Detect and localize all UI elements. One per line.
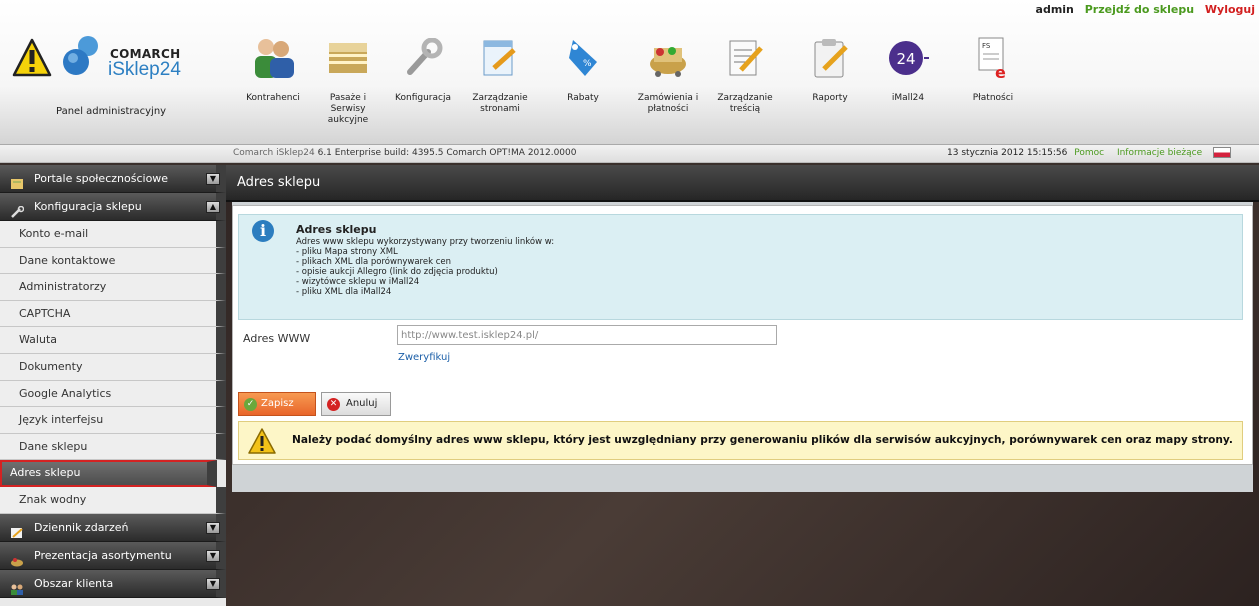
expand-toggle-icon[interactable]: ▼	[206, 521, 220, 534]
content-edit-icon	[710, 28, 780, 88]
top-links: admin Przejdź do sklepu Wyloguj	[1029, 3, 1255, 16]
sidebar-item-captcha[interactable]: CAPTCHA	[0, 300, 226, 328]
note-icon	[10, 173, 24, 189]
warning-icon	[247, 427, 277, 458]
svg-text:e: e	[995, 63, 1006, 80]
nav-imall24[interactable]: 24 iMall24	[873, 28, 943, 104]
nav-konfiguracja[interactable]: Konfiguracja	[388, 28, 458, 104]
warning-text: Należy podać domyślny adres www sklepu, …	[292, 434, 1233, 446]
clipboard-report-icon	[795, 28, 865, 88]
sidebar-item-znak-wodny[interactable]: Znak wodny	[0, 486, 226, 514]
sidebar-item-adres-sklepu[interactable]: Adres sklepu	[0, 460, 217, 487]
build-info: Comarch iSklep24 6.1 Enterprise build: 4…	[233, 148, 577, 158]
warning-box: Należy podać domyślny adres www sklepu, …	[238, 421, 1243, 460]
e-invoice-icon: FS e	[958, 28, 1028, 88]
expand-toggle-icon[interactable]: ▼	[206, 577, 220, 590]
nav-platnosci[interactable]: FS e Płatności	[958, 28, 1028, 104]
sidebar-item-google-analytics[interactable]: Google Analytics	[0, 380, 226, 408]
save-button[interactable]: ✓ Zapisz	[238, 392, 316, 416]
logout-link[interactable]: Wyloguj	[1205, 3, 1255, 16]
nav-label: Raporty	[812, 93, 848, 103]
wrench-icon	[388, 28, 458, 88]
cancel-button[interactable]: ✕ Anuluj	[321, 392, 391, 416]
svg-text:24: 24	[896, 50, 915, 68]
nav-label: Pasaże i Serwisy aukcyjne	[327, 93, 369, 125]
shop-address-form: i Adres sklepu Adres www sklepu wykorzys…	[232, 205, 1253, 465]
nav-label: Rabaty	[567, 93, 599, 103]
discount-tag-icon: %	[548, 28, 618, 88]
sidebar: Portale społecznościowe ▼ Konfiguracja s…	[0, 165, 226, 606]
info-text: Adres www sklepu wykorzystywany przy two…	[296, 237, 555, 297]
www-address-input[interactable]	[397, 325, 777, 345]
help-link[interactable]: Pomoc	[1074, 148, 1104, 158]
sidebar-item-administratorzy[interactable]: Administratorzy	[0, 274, 226, 301]
expand-toggle-icon[interactable]: ▼	[206, 549, 220, 562]
sidebar-item-jezyk-interfejsu[interactable]: Język interfejsu	[0, 407, 226, 434]
current-datetime: 13 stycznia 2012 15:15:56	[947, 148, 1068, 158]
nav-zamowienia[interactable]: Zamówienia i płatności	[633, 28, 703, 115]
nav-label: Zamówienia i płatności	[637, 93, 699, 114]
language-flag-icon[interactable]	[1213, 147, 1231, 158]
sidebar-item-dane-sklepu[interactable]: Dane sklepu	[0, 433, 226, 461]
svg-text:FS: FS	[982, 42, 991, 50]
news-link[interactable]: Informacje bieżące	[1117, 148, 1202, 158]
info-title: Adres sklepu	[296, 223, 377, 236]
shopping-cart-icon	[633, 28, 703, 88]
content-area: Adres sklepu i Adres sklepu Adres www sk…	[226, 165, 1259, 606]
check-icon: ✓	[244, 398, 257, 411]
date-help-bar: 13 stycznia 2012 15:15:56 Pomoc Informac…	[947, 145, 1231, 162]
verify-link[interactable]: Zweryfikuj	[398, 352, 450, 363]
wrench-icon	[10, 201, 25, 218]
nav-rabaty[interactable]: % Rabaty	[548, 28, 618, 104]
nav-label: Konfiguracja	[395, 93, 451, 103]
warning-triangle-icon	[12, 38, 52, 81]
sidebar-item-dane-kontaktowe[interactable]: Dane kontaktowe	[0, 247, 226, 275]
www-label: Adres WWW	[243, 332, 311, 345]
sidebar-section-config[interactable]: Konfiguracja sklepu ▲	[0, 193, 226, 221]
svg-text:%: %	[583, 59, 592, 69]
go-to-shop-link[interactable]: Przejdź do sklepu	[1085, 3, 1194, 16]
panel-title: Panel administracyjny	[56, 106, 167, 117]
brand-product: iSklep24	[108, 59, 181, 80]
nav-label: iMall24	[891, 93, 925, 103]
page-edit-icon	[465, 28, 535, 88]
nav-label: Zarządzanie treścią	[717, 93, 773, 114]
auction-folder-icon	[313, 28, 383, 88]
log-icon	[10, 522, 24, 538]
sidebar-item-dokumenty[interactable]: Dokumenty	[0, 353, 226, 381]
content-body: i Adres sklepu Adres www sklepu wykorzys…	[232, 202, 1253, 492]
sidebar-section-assortment[interactable]: Prezentacja asortymentu ▼	[0, 541, 226, 570]
nav-raporty[interactable]: Raporty	[795, 28, 865, 104]
sidebar-section-social[interactable]: Portale społecznościowe ▼	[0, 165, 226, 193]
basket-icon	[10, 550, 24, 567]
sidebar-section-client[interactable]: Obszar klienta ▼	[0, 569, 226, 598]
cancel-icon: ✕	[327, 398, 340, 411]
info-icon: i	[252, 220, 274, 242]
content-header: Adres sklepu	[226, 165, 1259, 202]
nav-zarzadzanie-trescia[interactable]: Zarządzanie treścią	[710, 28, 780, 115]
expand-toggle-icon[interactable]: ▼	[206, 173, 220, 185]
nav-pasaze[interactable]: Pasaże i Serwisy aukcyjne	[313, 28, 383, 126]
imall24-icon: 24	[873, 28, 943, 88]
top-header: admin Przejdź do sklepu Wyloguj COMARCH …	[0, 0, 1259, 145]
sidebar-item-waluta[interactable]: Waluta	[0, 327, 226, 354]
nav-kontrahenci[interactable]: Kontrahenci	[238, 28, 308, 104]
nav-zarzadzanie-stronami[interactable]: Zarządzanie stronami	[465, 28, 535, 115]
sidebar-section-log[interactable]: Dziennik zdarzeń ▼	[0, 513, 226, 542]
users-icon	[238, 28, 308, 88]
current-user: admin	[1035, 3, 1074, 16]
info-box: i Adres sklepu Adres www sklepu wykorzys…	[238, 214, 1243, 320]
nav-label: Zarządzanie stronami	[472, 93, 528, 114]
users-icon	[10, 578, 24, 595]
collapse-toggle-icon[interactable]: ▲	[206, 201, 220, 213]
comarch-logo-icon	[62, 34, 106, 78]
nav-label: Kontrahenci	[246, 93, 300, 103]
sidebar-item-konto-email[interactable]: Konto e-mail	[0, 221, 226, 248]
nav-label: Płatności	[972, 93, 1014, 103]
info-bar: Comarch iSklep24 6.1 Enterprise build: 4…	[0, 145, 1259, 163]
